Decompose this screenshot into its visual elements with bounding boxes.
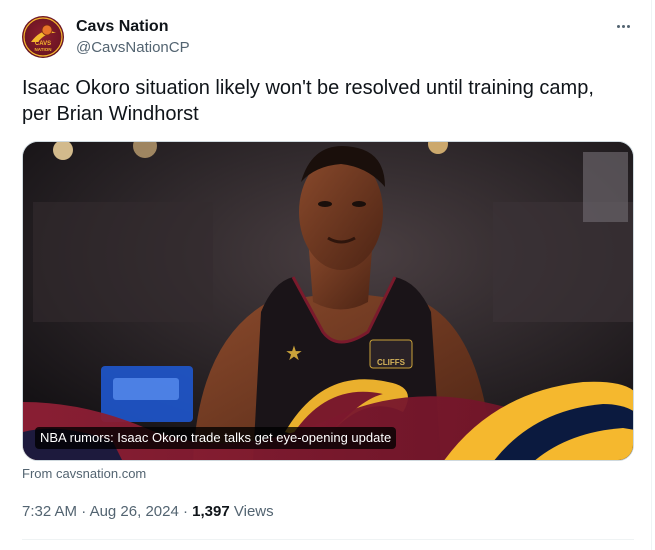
card-source[interactable]: From cavsnation.com — [22, 466, 146, 482]
frame-border — [651, 0, 652, 550]
more-options-icon[interactable] — [612, 18, 634, 34]
svg-text:★: ★ — [285, 343, 303, 365]
meta-separator: · — [81, 503, 87, 520]
divider — [22, 539, 634, 540]
card-caption: NBA rumors: Isaac Okoro trade talks get … — [35, 427, 397, 449]
views-count: 1,397 — [192, 503, 230, 520]
cavs-nation-logo-icon: CAVS NATION — [23, 17, 63, 57]
tweet-time[interactable]: 7:32 AM — [22, 503, 77, 520]
tweet: CAVS NATION Cavs Nation @CavsNationCP Is… — [0, 0, 655, 550]
tweet-date[interactable]: Aug 26, 2024 — [90, 503, 179, 520]
meta-separator: · — [182, 503, 188, 520]
svg-text:NATION: NATION — [35, 47, 52, 52]
link-card[interactable]: ★ CLIFFS NBA rumors: Isaac Okoro trade t… — [22, 141, 634, 461]
article-image: ★ CLIFFS — [23, 142, 633, 460]
avatar[interactable]: CAVS NATION — [22, 16, 64, 58]
jersey-sponsor-label: CLIFFS — [377, 358, 406, 367]
views-label: Views — [233, 503, 274, 520]
tweet-text: Isaac Okoro situation likely won't be re… — [22, 77, 594, 125]
author-handle[interactable]: @CavsNationCP — [76, 38, 190, 58]
tweet-meta: 7:32 AM · Aug 26, 2024 · 1,397 Views — [22, 502, 274, 522]
author-name[interactable]: Cavs Nation — [76, 17, 168, 37]
